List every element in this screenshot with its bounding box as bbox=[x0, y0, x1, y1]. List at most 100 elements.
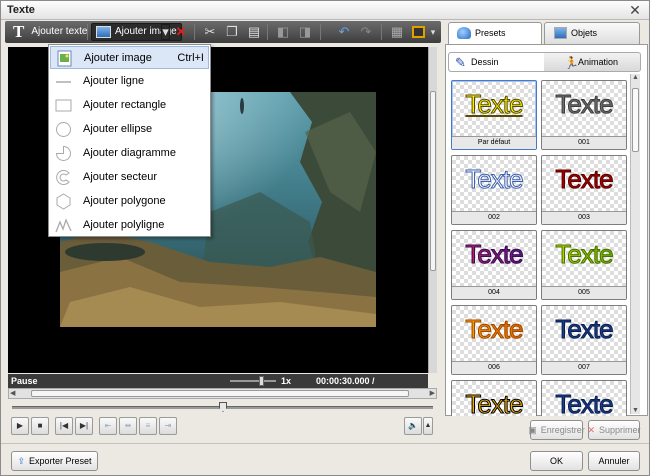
align-left-icon[interactable]: ⇤ bbox=[99, 417, 117, 435]
scroll-right-icon[interactable]: ▶ bbox=[430, 389, 435, 397]
subtab-animation-label: Animation bbox=[578, 57, 619, 67]
preset-label: 002 bbox=[452, 211, 536, 224]
preset-thumbnail[interactable]: Texte 002 bbox=[451, 155, 537, 225]
previous-button[interactable]: |◀ bbox=[55, 417, 73, 435]
cut-icon[interactable]: ✂ bbox=[202, 24, 218, 40]
add-text-label: Ajouter texte bbox=[31, 26, 88, 37]
scrollbar-thumb[interactable] bbox=[430, 91, 436, 271]
preset-grid-scrollbar[interactable]: ▲ ▼ bbox=[630, 74, 640, 414]
subtab-drawing[interactable]: ✎ Dessin bbox=[449, 53, 544, 71]
presets-icon bbox=[457, 27, 471, 39]
tab-objects-label: Objets bbox=[571, 28, 598, 38]
next-button[interactable]: ▶| bbox=[75, 417, 93, 435]
export-preset-label: Exporter Preset bbox=[29, 456, 92, 466]
redo-icon[interactable]: ↷ bbox=[358, 24, 374, 40]
zoom-slider[interactable] bbox=[230, 380, 276, 382]
paste-icon[interactable]: ▤ bbox=[246, 24, 262, 40]
play-button[interactable]: ▶ bbox=[11, 417, 29, 435]
grid-icon[interactable]: ▦ bbox=[389, 24, 405, 40]
menu-item-add-polyline[interactable]: Ajouter polyligne bbox=[50, 214, 209, 237]
stop-button[interactable]: ■ bbox=[31, 417, 49, 435]
delete-icon[interactable]: ✕ bbox=[173, 24, 189, 40]
menu-item-add-ellipse[interactable]: Ajouter ellipse bbox=[50, 118, 209, 141]
footer-divider bbox=[1, 443, 649, 444]
scroll-up-icon[interactable]: ▲ bbox=[632, 74, 639, 81]
objects-icon bbox=[554, 27, 567, 39]
menu-item-add-polygon[interactable]: Ajouter polygone bbox=[50, 190, 209, 213]
preset-thumbnail[interactable]: Texte 003 bbox=[541, 155, 627, 225]
delete-preset-label: Supprimer bbox=[599, 425, 641, 435]
menu-item-add-rectangle[interactable]: Ajouter rectangle bbox=[50, 94, 209, 117]
tab-objects[interactable]: Objets bbox=[544, 22, 640, 44]
preset-thumbnail[interactable]: Texte 007 bbox=[541, 305, 627, 375]
text-editor-window: Texte ✕ T Ajouter texte Ajouter image ▾ … bbox=[0, 0, 650, 476]
chevron-up-icon[interactable]: ▲ bbox=[423, 417, 433, 435]
player-status-bar: Pause 1x 00:00:30.000 / 00:01:00.000 bbox=[8, 374, 428, 400]
preset-label: 001 bbox=[542, 136, 626, 149]
menu-item-add-diagram[interactable]: Ajouter diagramme bbox=[50, 142, 209, 165]
playback-status: Pause bbox=[11, 376, 38, 386]
ellipse-icon bbox=[55, 121, 72, 138]
scroll-left-icon[interactable]: ◀ bbox=[10, 389, 15, 397]
text-tool-icon: T bbox=[13, 22, 25, 41]
cancel-button[interactable]: Annuler bbox=[588, 451, 640, 471]
subtab-animation[interactable]: 🏃 Animation bbox=[546, 53, 640, 71]
preset-sample-text: Texte bbox=[465, 389, 524, 417]
toolbar-separator bbox=[381, 24, 382, 40]
safe-area-icon[interactable] bbox=[410, 24, 426, 40]
ok-button[interactable]: OK bbox=[530, 451, 583, 471]
preview-vertical-scrollbar[interactable] bbox=[428, 47, 437, 373]
preset-thumbnail[interactable]: Texte 004 bbox=[451, 230, 537, 300]
toolbar-separator bbox=[267, 24, 268, 40]
menu-item-add-line[interactable]: Ajouter ligne bbox=[50, 70, 209, 93]
delete-preset-button[interactable]: ✕ Supprimer bbox=[587, 420, 641, 440]
add-image-dropdown-menu: Ajouter image Ctrl+I Ajouter ligne Ajout… bbox=[48, 44, 211, 237]
preset-thumbnail[interactable]: Texte 006 bbox=[451, 305, 537, 375]
send-backward-icon[interactable]: ◨ bbox=[297, 24, 313, 40]
toolbar-separator bbox=[194, 24, 195, 40]
preset-grid: Texte Par défaut Texte 001 Texte 002 Texte 003 T… bbox=[451, 80, 629, 416]
close-icon[interactable]: ✕ bbox=[627, 2, 643, 18]
scrollbar-thumb[interactable] bbox=[31, 390, 409, 397]
chevron-down-icon[interactable]: ▾ bbox=[428, 24, 438, 40]
align-center-icon[interactable]: ⇹ bbox=[119, 417, 137, 435]
preset-thumbnail[interactable]: Texte Par défaut bbox=[451, 80, 537, 150]
add-text-button[interactable]: T Ajouter texte bbox=[9, 23, 92, 41]
timeline-slider[interactable] bbox=[12, 402, 433, 412]
preset-sample-text: Texte bbox=[465, 164, 524, 195]
bring-forward-icon[interactable]: ◧ bbox=[275, 24, 291, 40]
volume-icon[interactable]: 🔈 bbox=[404, 417, 422, 435]
preset-thumbnail[interactable]: Texte bbox=[451, 380, 537, 416]
export-preset-button[interactable]: ⇪ Exporter Preset bbox=[11, 451, 98, 471]
align-justify-icon[interactable]: ≡ bbox=[139, 417, 157, 435]
save-preset-label: Enregistrer bbox=[540, 425, 585, 435]
preset-sample-text: Texte bbox=[555, 164, 614, 195]
chevron-down-icon[interactable]: ▾ bbox=[161, 24, 170, 40]
undo-icon[interactable]: ↶ bbox=[336, 24, 352, 40]
toolbar-separator bbox=[87, 24, 88, 40]
preset-thumbnail[interactable]: Texte 005 bbox=[541, 230, 627, 300]
preset-label: Par défaut bbox=[452, 136, 536, 149]
preset-thumbnail[interactable]: Texte 001 bbox=[541, 80, 627, 150]
export-icon: ⇪ bbox=[17, 456, 25, 466]
save-preset-button[interactable]: ▣ Enregistrer bbox=[528, 420, 585, 440]
running-man-icon: 🏃 bbox=[564, 56, 579, 70]
preset-thumbnail[interactable]: Texte bbox=[541, 380, 627, 416]
zoom-slider-knob[interactable] bbox=[259, 376, 264, 386]
title-bar: Texte ✕ bbox=[1, 1, 649, 20]
subtab-drawing-label: Dessin bbox=[471, 57, 499, 67]
copy-icon[interactable]: ❐ bbox=[224, 24, 240, 40]
menu-item-add-sector[interactable]: Ajouter secteur bbox=[50, 166, 209, 189]
preset-sample-text: Texte bbox=[465, 89, 524, 120]
preset-label: 005 bbox=[542, 286, 626, 299]
scrollbar-thumb[interactable] bbox=[632, 88, 639, 152]
preview-horizontal-scrollbar[interactable]: ◀ ▶ bbox=[8, 388, 437, 399]
timeline-knob[interactable] bbox=[219, 402, 227, 412]
preset-sample-text: Texte bbox=[555, 314, 614, 345]
scroll-down-icon[interactable]: ▼ bbox=[632, 407, 639, 414]
preset-subtabs: ✎ Dessin 🏃 Animation bbox=[448, 52, 641, 72]
align-right-icon[interactable]: ⇥ bbox=[159, 417, 177, 435]
tab-presets[interactable]: Presets bbox=[448, 22, 542, 44]
menu-item-add-image[interactable]: Ajouter image Ctrl+I bbox=[50, 46, 209, 69]
sector-icon bbox=[55, 169, 72, 186]
